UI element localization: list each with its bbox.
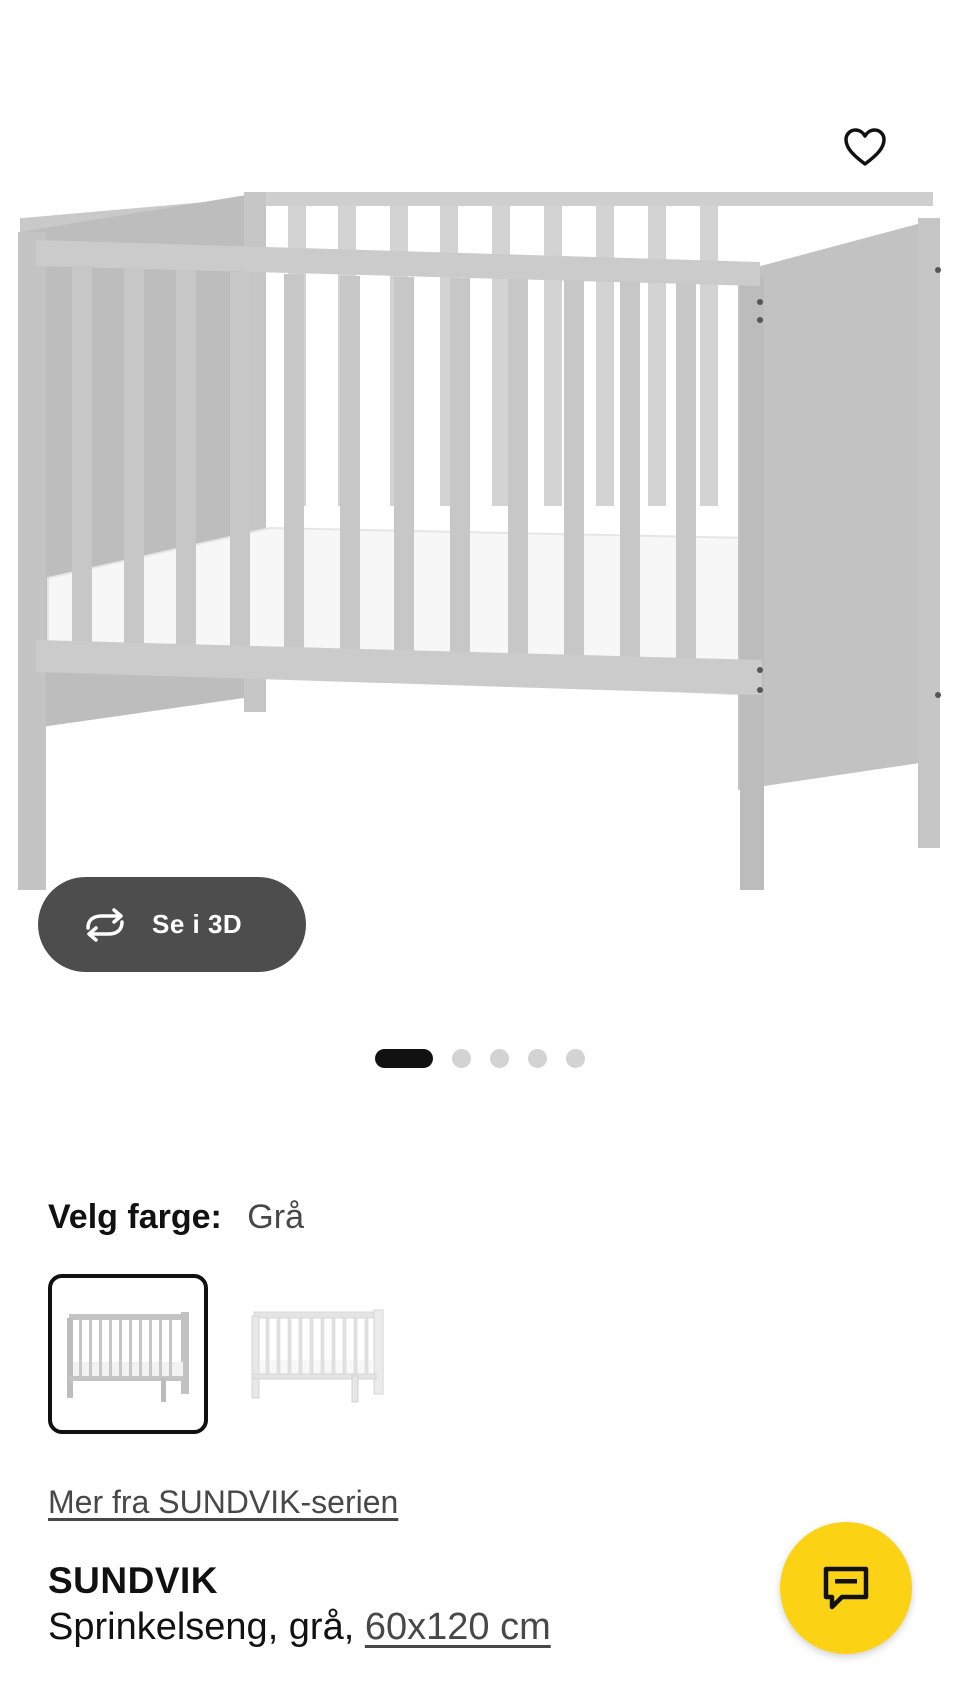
product-name: SUNDVIK xyxy=(48,1560,219,1601)
series-link[interactable]: Mer fra SUNDVIK-serien xyxy=(48,1484,398,1521)
chat-button[interactable] xyxy=(780,1522,912,1654)
crib-grey-image xyxy=(18,192,941,890)
chat-bubble-icon xyxy=(823,1566,869,1610)
color-option-grey[interactable] xyxy=(48,1274,208,1434)
product-image-carousel[interactable]: Se i 3D xyxy=(0,0,960,1068)
selected-color-value: Grå xyxy=(247,1198,304,1236)
grey-crib-thumbnail xyxy=(67,1312,189,1402)
color-picker-label: Velg farge: xyxy=(48,1198,222,1236)
carousel-dot-5[interactable] xyxy=(566,1048,585,1068)
carousel-indicator xyxy=(375,1048,604,1068)
product-type: Sprinkelseng, grå, xyxy=(48,1606,355,1648)
carousel-dot-4[interactable] xyxy=(528,1048,547,1068)
view-3d-button[interactable]: Se i 3D xyxy=(38,877,306,972)
color-option-white[interactable] xyxy=(238,1274,398,1434)
heart-outline-icon xyxy=(844,128,886,166)
product-description: Sprinkelseng, grå, 60x120 cm xyxy=(48,1606,551,1649)
carousel-dot-3[interactable] xyxy=(490,1048,509,1068)
product-size-link[interactable]: 60x120 cm xyxy=(365,1606,551,1648)
carousel-dot-2[interactable] xyxy=(452,1048,471,1068)
view-3d-label: Se i 3D xyxy=(152,909,243,939)
rotate-3d-icon xyxy=(80,905,132,945)
carousel-dot-1[interactable] xyxy=(375,1048,433,1068)
white-crib-thumbnail xyxy=(251,1309,384,1403)
favorite-button[interactable] xyxy=(836,118,894,176)
color-picker-label-row: Velg farge: Grå xyxy=(48,1198,304,1237)
